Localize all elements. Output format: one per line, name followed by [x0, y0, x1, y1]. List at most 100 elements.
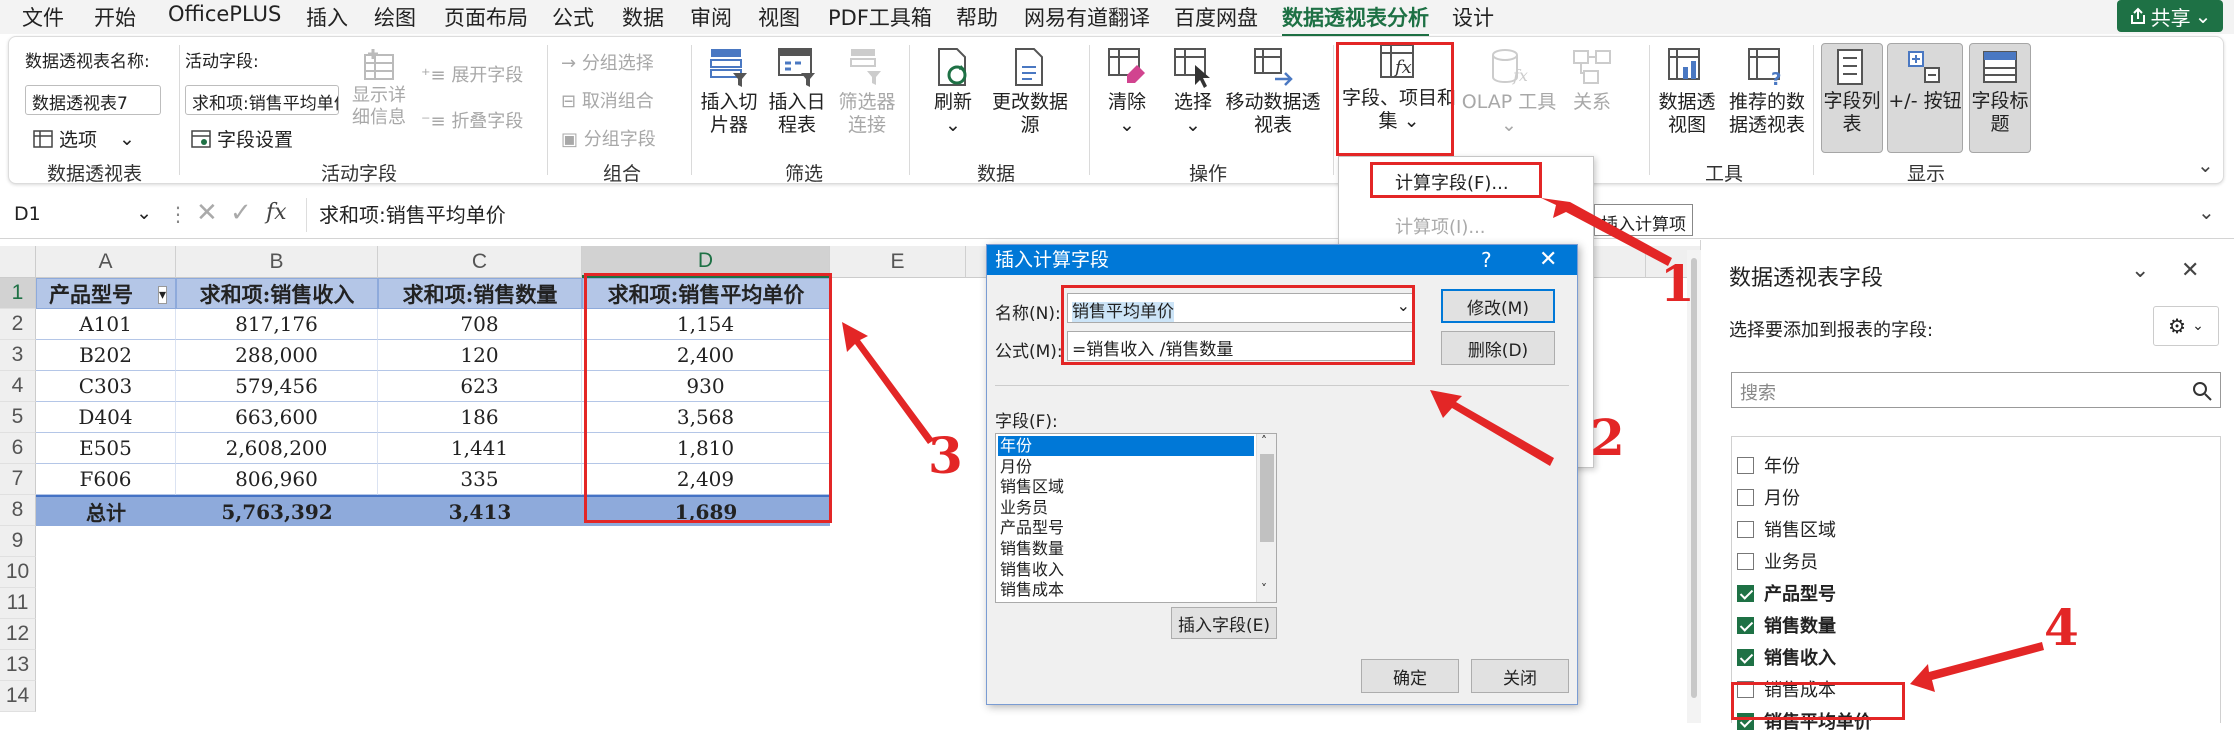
row-header[interactable]: 13 — [0, 650, 36, 681]
modify-button[interactable]: 修改(M) — [1441, 289, 1555, 323]
row-header[interactable]: 1 — [0, 278, 36, 309]
row-header[interactable]: 11 — [0, 588, 36, 619]
row-header[interactable]: 5 — [0, 402, 36, 433]
row-header[interactable]: 6 — [0, 433, 36, 464]
menu-formulas[interactable]: 公式 — [552, 2, 594, 32]
field-list-item[interactable]: 销售收入 — [998, 560, 1254, 580]
menu-insert[interactable]: 插入 — [306, 2, 348, 32]
pivot-field-item[interactable]: 业务员 — [1737, 548, 1818, 574]
table-cell[interactable]: 288,000 — [176, 340, 378, 371]
field-list-item[interactable]: 销售成本 — [998, 580, 1254, 600]
menu-help[interactable]: 帮助 — [956, 2, 998, 32]
olap-tools-button[interactable]: fx OLAP 工具 ⌄ — [1461, 45, 1557, 137]
table-header-cell[interactable]: 产品型号 — [36, 278, 176, 309]
field-search-input[interactable]: 搜索 — [1731, 372, 2221, 408]
table-cell[interactable]: 663,600 — [176, 402, 378, 433]
table-cell[interactable]: 186 — [378, 402, 582, 433]
name-box[interactable]: D1 ⌄ — [8, 200, 156, 232]
formula-input[interactable]: 求和项:销售平均单价 — [306, 198, 2226, 232]
fields-listbox[interactable]: 年份 月份 销售区域 业务员 产品型号 销售数量 销售收入 销售成本 ˄ ˅ — [995, 433, 1277, 603]
pivot-field-item[interactable]: 月份 — [1737, 484, 1800, 510]
row-header[interactable]: 3 — [0, 340, 36, 371]
plus-minus-button[interactable]: +/- 按钮 — [1887, 43, 1963, 153]
checkbox-unchecked[interactable] — [1737, 456, 1754, 474]
pivot-chart-button[interactable]: 数据透视图 — [1657, 45, 1717, 137]
table-cell[interactable]: C303 — [36, 371, 176, 402]
checkbox-unchecked[interactable] — [1737, 488, 1754, 506]
menu-pivot-analyze[interactable]: 数据透视表分析 — [1282, 2, 1429, 37]
menu-file[interactable]: 文件 — [22, 2, 64, 32]
table-cell[interactable]: 120 — [378, 340, 582, 371]
select-all-corner[interactable] — [0, 246, 36, 278]
pivot-field-item[interactable]: 年份 — [1737, 452, 1800, 478]
chevron-up-icon[interactable]: ˄ — [1261, 434, 1267, 448]
table-cell[interactable]: A101 — [36, 309, 176, 340]
help-icon[interactable]: ? — [1481, 245, 1492, 275]
table-cell[interactable]: 579,456 — [176, 371, 378, 402]
menu-youdao[interactable]: 网易有道翻译 — [1024, 2, 1150, 32]
insert-timeline-button[interactable]: 插入日程表 — [767, 45, 827, 137]
checkbox-checked[interactable] — [1737, 584, 1754, 602]
delete-button[interactable]: 删除(D) — [1441, 331, 1555, 365]
chevron-down-icon[interactable]: ˅ — [1261, 582, 1267, 596]
insert-field-button[interactable]: 插入字段(E) — [1171, 607, 1277, 639]
field-headers-button[interactable]: 字段标题 — [1969, 43, 2031, 153]
checkbox-unchecked[interactable] — [1737, 552, 1754, 570]
scrollbar-thumb[interactable] — [1260, 454, 1274, 542]
total-cell[interactable]: 总计 — [36, 495, 176, 526]
row-header[interactable]: 9 — [0, 526, 36, 557]
row-header[interactable]: 4 — [0, 371, 36, 402]
expand-formula-icon[interactable]: ⌄ — [2198, 200, 2215, 224]
options-button[interactable]: 选项 ⌄ — [33, 125, 135, 152]
row-header[interactable]: 8 — [0, 495, 36, 526]
close-icon[interactable]: ✕ — [1539, 245, 1557, 275]
filter-connections-button[interactable]: 筛选器连接 — [837, 45, 897, 137]
field-list-item[interactable]: 销售数量 — [998, 539, 1254, 559]
group-field-button[interactable]: ▣ 分组字段 — [561, 125, 656, 151]
insert-slicer-button[interactable]: 插入切片器 — [699, 45, 759, 137]
row-header[interactable]: 14 — [0, 681, 36, 712]
table-header-cell[interactable]: 求和项:销售收入 — [176, 278, 378, 309]
clear-button[interactable]: 清除 ⌄ — [1097, 45, 1157, 137]
close-button[interactable]: 关闭 — [1471, 659, 1569, 693]
field-settings-button[interactable]: 字段设置 — [191, 125, 293, 152]
table-cell[interactable]: 806,960 — [176, 464, 378, 495]
select-button[interactable]: 选择 ⌄ — [1163, 45, 1223, 137]
row-header[interactable]: 7 — [0, 464, 36, 495]
menu-pdf-tools[interactable]: PDF工具箱 — [828, 2, 932, 32]
table-cell[interactable]: 817,176 — [176, 309, 378, 340]
relationships-button[interactable]: 关系 — [1565, 45, 1619, 114]
menu-review[interactable]: 审阅 — [690, 2, 732, 32]
filter-dropdown-icon[interactable]: ▾ — [158, 286, 168, 304]
column-header[interactable]: A — [36, 246, 176, 278]
move-pivot-button[interactable]: 移动数据透视表 — [1223, 45, 1323, 137]
scrollbar-thumb[interactable] — [1691, 258, 1697, 698]
table-cell[interactable]: E505 — [36, 433, 176, 464]
menu-page-layout[interactable]: 页面布局 — [444, 2, 528, 32]
field-list-item[interactable]: 月份 — [998, 457, 1254, 477]
field-list-item[interactable]: 年份 — [998, 436, 1254, 456]
menu-data[interactable]: 数据 — [622, 2, 664, 32]
pivot-field-item[interactable]: 销售数量 — [1737, 612, 1836, 638]
field-list-button[interactable]: 字段列表 — [1821, 43, 1883, 153]
table-cell[interactable]: 335 — [378, 464, 582, 495]
share-button[interactable]: 共享 ⌄ — [2117, 0, 2223, 32]
collapse-ribbon-icon[interactable]: ⌄ — [2197, 153, 2214, 177]
pivot-field-item[interactable]: 销售区域 — [1737, 516, 1836, 542]
calculated-item-item[interactable]: 计算项(I)... — [1395, 213, 1486, 239]
check-icon[interactable]: ✓ — [230, 198, 252, 228]
cancel-icon[interactable]: ✕ — [196, 198, 218, 228]
checkbox-checked[interactable] — [1737, 648, 1754, 666]
fx-icon[interactable]: fx — [266, 200, 287, 225]
chevron-down-icon[interactable]: ⌄ — [2131, 258, 2149, 283]
row-header[interactable]: 2 — [0, 309, 36, 340]
group-selection-button[interactable]: → 分组选择 — [561, 49, 654, 75]
table-cell[interactable]: 623 — [378, 371, 582, 402]
table-cell[interactable]: 2,608,200 — [176, 433, 378, 464]
change-source-button[interactable]: 更改数据源 — [991, 45, 1069, 137]
menu-officeplus[interactable]: OfficePLUS — [168, 2, 281, 26]
menu-view[interactable]: 视图 — [758, 2, 800, 32]
table-cell[interactable]: B202 — [36, 340, 176, 371]
pivot-field-item[interactable]: 销售收入 — [1737, 644, 1836, 670]
table-cell[interactable]: 1,441 — [378, 433, 582, 464]
